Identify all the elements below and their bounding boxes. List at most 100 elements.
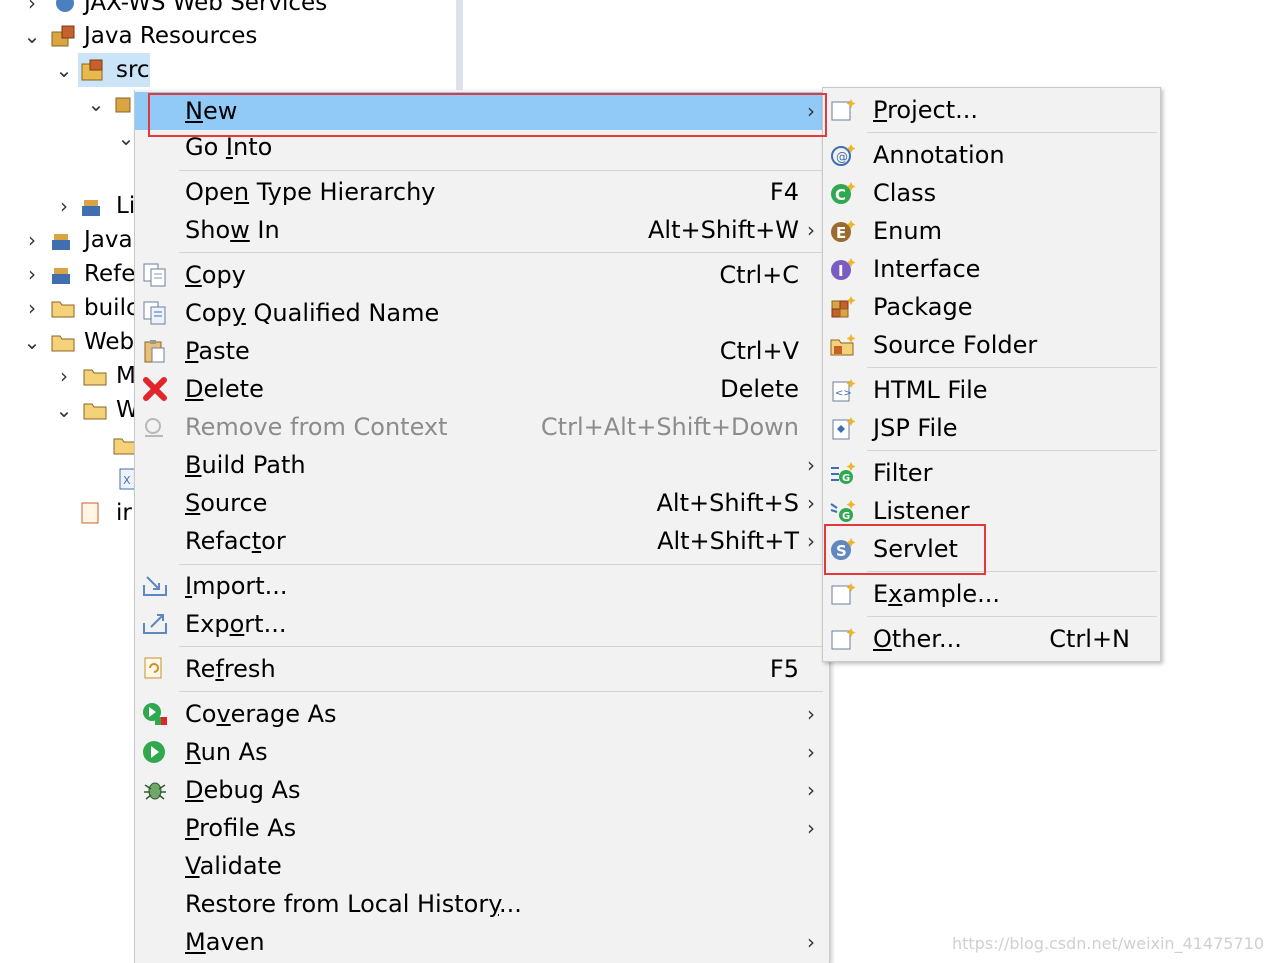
submenu-item-other[interactable]: Other... Ctrl+N: [823, 620, 1160, 658]
menu-item-refactor[interactable]: Refactor Alt+Shift+T ›: [135, 522, 829, 560]
menu-item-label: Refactor: [185, 527, 286, 555]
open-folder-icon: [83, 403, 107, 420]
chevron-right-icon[interactable]: ›: [22, 223, 42, 257]
open-folder-icon: [51, 335, 75, 352]
submenu-item-enum[interactable]: E Enum: [823, 212, 1160, 250]
annotation-box-new: [148, 93, 827, 137]
submenu-item-label: Example...: [873, 580, 1001, 608]
annotation-icon: @: [831, 144, 856, 166]
submenu-item-label: Annotation: [873, 141, 1005, 169]
copy-icon: [143, 263, 166, 287]
menu-item-remove-from-context[interactable]: Remove from Context Ctrl+Alt+Shift+Down: [135, 408, 829, 446]
chevron-down-icon[interactable]: ⌄: [86, 87, 106, 121]
menu-item-refresh[interactable]: Refresh F5: [135, 650, 829, 688]
menu-item-copy-qualified-name[interactable]: Copy Qualified Name: [135, 294, 829, 332]
menu-shortcut: Ctrl+N: [1049, 625, 1130, 653]
submenu-item-source-folder[interactable]: Source Folder: [823, 326, 1160, 364]
menu-shortcut: Ctrl+V: [719, 337, 799, 365]
menu-item-label: Maven: [185, 928, 265, 956]
menu-item-restore-history[interactable]: Restore from Local History...: [135, 885, 829, 923]
menu-item-label: Export...: [185, 610, 287, 638]
menu-item-label: Import...: [185, 572, 288, 600]
submenu-item-html-file[interactable]: <> HTML File: [823, 371, 1160, 409]
new-project-icon: [831, 99, 856, 121]
menu-separator: [179, 691, 823, 692]
folder-icon: [51, 301, 75, 318]
menu-shortcut: Alt+Shift+W: [648, 216, 799, 244]
menu-item-profile-as[interactable]: Profile As ›: [135, 809, 829, 847]
chevron-right-icon: ›: [807, 816, 815, 840]
svg-text:G: G: [842, 511, 850, 522]
run-icon: [143, 741, 165, 763]
chevron-down-icon[interactable]: ⌄: [22, 325, 42, 359]
menu-separator: [179, 564, 823, 565]
svg-text:G: G: [842, 473, 850, 484]
chevron-right-icon[interactable]: ›: [54, 359, 74, 393]
chevron-right-icon: ›: [807, 491, 815, 515]
delete-icon: [143, 377, 167, 401]
submenu-item-interface[interactable]: I Interface: [823, 250, 1160, 288]
chevron-down-icon[interactable]: ⌄: [54, 53, 74, 87]
submenu-item-jsp-file[interactable]: JSP File: [823, 409, 1160, 447]
filter-icon: G: [831, 462, 856, 484]
submenu-item-project[interactable]: Project...: [823, 91, 1160, 129]
listener-icon: G: [830, 500, 856, 522]
submenu-item-label: HTML File: [873, 376, 988, 404]
web-services-icon: [56, 0, 74, 12]
menu-item-label: Copy Qualified Name: [185, 299, 440, 327]
menu-item-maven[interactable]: Maven ›: [135, 923, 829, 961]
menu-item-source[interactable]: Source Alt+Shift+S ›: [135, 484, 829, 522]
menu-item-coverage-as[interactable]: Coverage As ›: [135, 695, 829, 733]
svg-text:X: X: [123, 474, 131, 487]
menu-item-label: Profile As: [185, 814, 297, 842]
chevron-right-icon[interactable]: ›: [54, 189, 74, 223]
enum-icon: E: [831, 220, 856, 242]
menu-item-paste[interactable]: Paste Ctrl+V: [135, 332, 829, 370]
submenu-item-filter[interactable]: G Filter: [823, 454, 1160, 492]
menu-item-copy[interactable]: Copy Ctrl+C: [135, 256, 829, 294]
import-icon: [143, 576, 167, 596]
chevron-right-icon: ›: [807, 930, 815, 954]
menu-item-build-path[interactable]: Build Path ›: [135, 446, 829, 484]
chevron-right-icon[interactable]: ›: [22, 257, 42, 291]
menu-item-label: Coverage As: [185, 700, 337, 728]
submenu-item-example[interactable]: Example...: [823, 575, 1160, 613]
chevron-right-icon: ›: [807, 778, 815, 802]
menu-item-debug-as[interactable]: Debug As ›: [135, 771, 829, 809]
submenu-item-class[interactable]: C Class: [823, 174, 1160, 212]
chevron-down-icon[interactable]: ⌄: [22, 19, 42, 53]
context-menu: New › Go Into Open Type Hierarchy F4 Sho…: [134, 90, 830, 963]
menu-shortcut: Ctrl+Alt+Shift+Down: [540, 413, 799, 441]
menu-item-label: Run As: [185, 738, 268, 766]
submenu-item-label: Project...: [873, 96, 979, 124]
remove-context-icon: [145, 418, 163, 437]
menu-item-run-as[interactable]: Run As ›: [135, 733, 829, 771]
java-resources-icon: [51, 25, 75, 47]
new-submenu: Project... @ Annotation C Class E Enum I…: [822, 87, 1161, 662]
tree-item-src[interactable]: src: [78, 53, 150, 87]
menu-item-label: Open Type Hierarchy: [185, 178, 436, 206]
submenu-item-label: JSP File: [873, 414, 958, 442]
library-icon: [52, 234, 70, 250]
menu-item-label: Restore from Local History...: [185, 890, 522, 918]
chevron-down-icon[interactable]: ⌄: [54, 393, 74, 427]
menu-shortcut: Alt+Shift+S: [656, 489, 800, 517]
menu-item-open-type-hierarchy[interactable]: Open Type Hierarchy F4: [135, 173, 829, 211]
svg-text:C: C: [835, 186, 846, 204]
chevron-down-icon[interactable]: ⌄: [116, 121, 136, 155]
chevron-right-icon[interactable]: ›: [22, 291, 42, 325]
chevron-right-icon: ›: [807, 529, 815, 553]
chevron-right-icon[interactable]: ›: [22, 0, 42, 20]
menu-item-label: Refresh: [185, 655, 276, 683]
menu-item-import[interactable]: Import...: [135, 567, 829, 605]
submenu-item-package[interactable]: Package: [823, 288, 1160, 326]
html-file-icon: <>: [832, 379, 856, 402]
submenu-item-annotation[interactable]: @ Annotation: [823, 136, 1160, 174]
menu-item-export[interactable]: Export...: [135, 605, 829, 643]
menu-item-validate[interactable]: Validate: [135, 847, 829, 885]
debug-bug-icon: [144, 782, 166, 800]
menu-item-delete[interactable]: Delete Delete: [135, 370, 829, 408]
jsp-file-icon: [81, 502, 99, 524]
menu-item-show-in[interactable]: Show In Alt+Shift+W ›: [135, 211, 829, 249]
menu-shortcut: Delete: [720, 375, 799, 403]
